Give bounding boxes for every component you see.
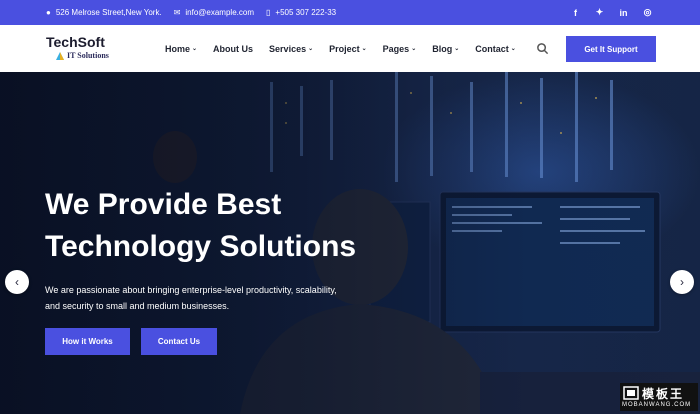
watermark-en: MOBANWANG.COM — [622, 402, 692, 408]
get-support-button[interactable]: Get It Support — [566, 36, 656, 62]
envelope-icon: ✉ — [173, 8, 181, 17]
watermark: 模板王 MOBANWANG.COM — [620, 383, 698, 411]
logo[interactable]: TechSoft IT Solutions — [46, 35, 109, 60]
chevron-down-icon: ⌄ — [454, 46, 460, 52]
chevron-down-icon: ⌄ — [192, 46, 198, 52]
nav-label: Home — [165, 43, 191, 54]
contact-info: ● 526 Melrose Street,New York. ✉ info@ex… — [46, 0, 348, 25]
main-nav: Home ⌄ About Us Services ⌄ Project ⌄ Pages ⌄… — [165, 25, 532, 72]
email-item[interactable]: ✉ info@example.com — [174, 8, 254, 17]
slider-prev-button[interactable]: ‹ — [5, 270, 29, 294]
top-info-bar: ● 526 Melrose Street,New York. ✉ info@ex… — [0, 0, 700, 25]
chevron-down-icon: ⌄ — [361, 46, 367, 52]
phone-item[interactable]: ▯ +505 307 222-33 — [266, 8, 336, 17]
social-links: f ✦ in ◎ — [556, 0, 652, 25]
chevron-right-icon: › — [680, 275, 684, 289]
nav-about[interactable]: About Us — [213, 44, 253, 54]
hero-description: We are passionate about bringing enterpr… — [45, 285, 337, 311]
site-header: TechSoft IT Solutions Home ⌄ About Us Ser… — [0, 25, 700, 72]
address-item: ● 526 Melrose Street,New York. — [46, 8, 162, 17]
nav-label: Blog — [432, 43, 453, 54]
slider-next-button[interactable]: › — [670, 270, 694, 294]
nav-label: Project — [329, 43, 360, 54]
hero-slider: We Provide Best Technology Solutions We … — [0, 72, 700, 414]
chevron-left-icon: ‹ — [15, 275, 19, 289]
logo-tagline: IT Solutions — [56, 51, 109, 60]
nav-project[interactable]: Project ⌄ — [329, 44, 367, 54]
nav-contact[interactable]: Contact ⌄ — [475, 44, 516, 54]
hero-title-line2: Technology Solutions — [45, 230, 357, 263]
instagram-icon[interactable]: ◎ — [643, 7, 652, 18]
nav-home[interactable]: Home ⌄ — [165, 44, 197, 54]
nav-label: Contact — [475, 43, 509, 54]
logo-sub-text: IT Solutions — [67, 51, 109, 60]
nav-label: Services — [269, 43, 307, 54]
linkedin-icon[interactable]: in — [619, 8, 628, 18]
nav-blog[interactable]: Blog ⌄ — [432, 44, 459, 54]
hero-title: We Provide Best Technology Solutions — [45, 184, 465, 268]
facebook-icon[interactable]: f — [571, 8, 580, 18]
phone-icon: ▯ — [265, 8, 271, 17]
search-icon[interactable] — [536, 42, 549, 55]
twitter-icon[interactable]: ✦ — [595, 7, 604, 18]
contact-us-button[interactable]: Contact Us — [141, 328, 217, 355]
page: ● 526 Melrose Street,New York. ✉ info@ex… — [0, 0, 700, 414]
hero-title-line1: We Provide Best — [45, 188, 282, 221]
nav-services[interactable]: Services ⌄ — [269, 44, 313, 54]
chevron-down-icon: ⌄ — [411, 46, 417, 52]
chevron-down-icon: ⌄ — [510, 46, 516, 52]
logo-mark-icon — [56, 51, 64, 60]
phone-text[interactable]: +505 307 222-33 — [275, 8, 336, 17]
address-text: 526 Melrose Street,New York. — [55, 8, 162, 17]
location-pin-icon: ● — [46, 8, 51, 17]
watermark-logo-icon — [623, 386, 639, 400]
logo-name: TechSoft — [46, 34, 105, 50]
watermark-cn: 模板王 — [642, 387, 685, 401]
nav-label: Pages — [382, 43, 410, 54]
nav-label: About Us — [213, 43, 254, 54]
chevron-down-icon: ⌄ — [308, 46, 314, 52]
how-it-works-button[interactable]: How it Works — [45, 328, 130, 355]
email-text[interactable]: info@example.com — [185, 8, 254, 17]
nav-pages[interactable]: Pages ⌄ — [383, 44, 417, 54]
